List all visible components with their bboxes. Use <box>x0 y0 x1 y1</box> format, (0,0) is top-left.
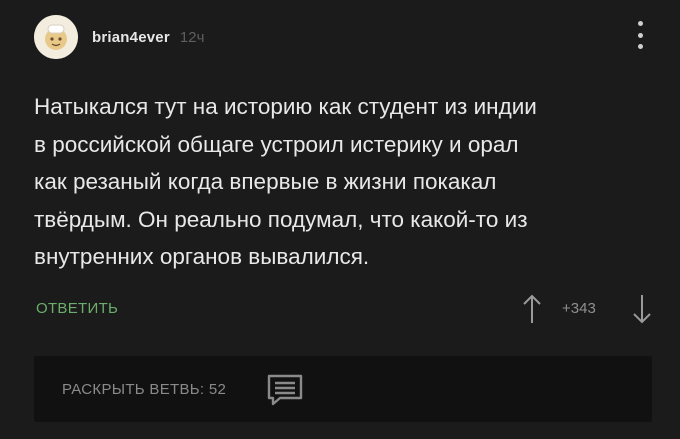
rating-score: +343 <box>562 300 596 317</box>
username[interactable]: brian4ever <box>92 29 170 46</box>
more-vertical-icon <box>637 21 643 26</box>
arrow-up-icon[interactable] <box>520 292 544 326</box>
comment-header: brian4ever 12ч <box>34 14 204 60</box>
arrow-down-icon[interactable] <box>630 292 654 326</box>
comment-card: brian4ever 12ч Натыкался тут на историю … <box>0 0 680 439</box>
comment-thread-icon <box>267 374 303 406</box>
avatar-image <box>34 15 78 59</box>
expand-branch-button[interactable]: РАСКРЫТЬ ВЕТВЬ: 52 <box>34 356 652 422</box>
more-menu-button[interactable] <box>630 18 650 52</box>
comment-actions: ОТВЕТИТЬ +343 <box>34 292 654 326</box>
expand-branch-label: РАСКРЫТЬ ВЕТВЬ: 52 <box>62 381 227 398</box>
avatar[interactable] <box>34 15 78 59</box>
timestamp: 12ч <box>179 28 205 46</box>
reply-button[interactable]: ОТВЕТИТЬ <box>36 300 118 317</box>
comment-text: Натыкался тут на историю как студент из … <box>34 94 537 269</box>
